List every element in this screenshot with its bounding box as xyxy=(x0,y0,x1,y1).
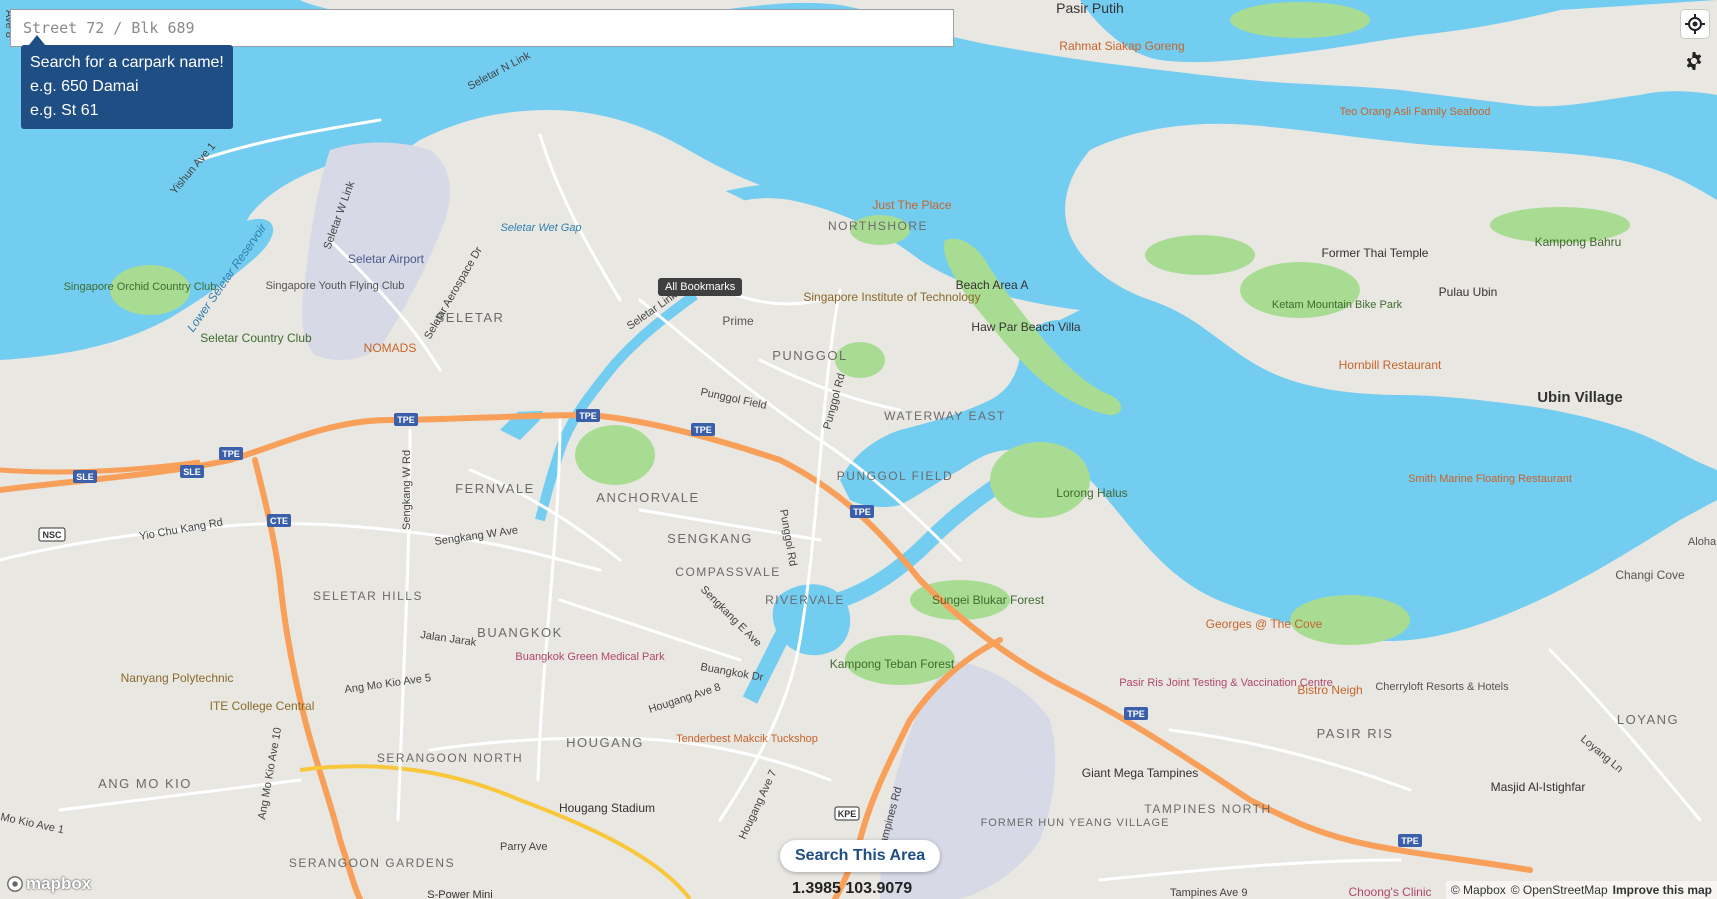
poi-lorong-halus-1: Lorong Halus xyxy=(1056,486,1127,500)
water-seletar-wet-gap: Seletar Wet Gap xyxy=(500,222,581,234)
label-pasir-putih: Pasir Putih xyxy=(1056,0,1124,16)
label-sengkang: SENGKANG xyxy=(667,531,753,546)
poi-aloha: Aloha xyxy=(1688,536,1717,548)
svg-text:TPE: TPE xyxy=(694,425,712,435)
poi-orchid-country-club: Singapore Orchid Country Club xyxy=(64,281,217,293)
poi-smith-marine: Smith Marine Floating Restaurant xyxy=(1408,473,1572,485)
poi-beach-area-a: Beach Area A xyxy=(956,278,1029,292)
crosshair-icon xyxy=(1685,14,1705,34)
poi-giant-mega: Giant Mega Tampines xyxy=(1082,766,1199,780)
settings-button[interactable] xyxy=(1681,48,1707,74)
coordinates-readout: 1.3985 103.9079 xyxy=(792,880,913,897)
label-kampong-bahru: Kampong Bahru xyxy=(1535,235,1622,249)
label-seletar-hills: SELETAR HILLS xyxy=(313,589,423,603)
road-sengkang-w-rd: Sengkang W Rd xyxy=(401,450,413,530)
label-buangkok: BUANGKOK xyxy=(477,625,563,640)
label-serangoon-north: SERANGOON NORTH xyxy=(377,751,523,765)
svg-text:SLE: SLE xyxy=(183,467,201,477)
poi-prime: Prime xyxy=(722,314,754,328)
label-anchorvale: ANCHORVALE xyxy=(596,490,699,505)
poi-buangkok-green: Buangkok Green Medical Park xyxy=(515,651,665,663)
svg-text:NSC: NSC xyxy=(42,530,62,540)
locate-button[interactable] xyxy=(1681,10,1709,38)
tooltip-line-2: e.g. 650 Damai xyxy=(30,78,139,95)
map-canvas[interactable]: Pasir Putih SELETAR NORTHSHORE PUNGGOL W… xyxy=(0,0,1717,899)
search-input[interactable] xyxy=(10,9,954,47)
poi-masjid: Masjid Al-Istighfar xyxy=(1491,780,1586,794)
svg-text:TPE: TPE xyxy=(1127,709,1145,719)
label-loyang: LOYANG xyxy=(1617,712,1679,727)
poi-seletar-airport: Seletar Airport xyxy=(348,252,425,266)
label-punggol: PUNGGOL xyxy=(772,348,848,363)
label-serangoon-gardens: SERANGOON GARDENS xyxy=(289,856,455,870)
label-ubin-village: Ubin Village xyxy=(1537,389,1623,406)
poi-seletar-country-club: Seletar Country Club xyxy=(200,331,312,345)
poi-choongs-clinic: Choong's Clinic xyxy=(1349,885,1432,899)
search-hint-tooltip: Search for a carpark name! e.g. 650 Dama… xyxy=(21,35,233,129)
poi-teo-orang-asli: Teo Orang Asli Family Seafood xyxy=(1339,106,1490,118)
svg-text:TPE: TPE xyxy=(853,507,871,517)
svg-text:TPE: TPE xyxy=(397,415,415,425)
label-ang-mo-kio: ANG MO KIO xyxy=(98,776,192,791)
label-rivervale: RIVERVALE xyxy=(765,593,845,607)
all-bookmarks-button[interactable]: All Bookmarks xyxy=(658,278,743,296)
poi-bistro-neigh: Bistro Neigh xyxy=(1297,683,1362,697)
label-punggol-field: PUNGGOL FIELD xyxy=(837,469,953,483)
poi-ketam: Ketam Mountain Bike Park xyxy=(1272,299,1403,311)
poi-cherryloft: Cherryloft Resorts & Hotels xyxy=(1375,681,1509,693)
poi-youth-flying-club: Singapore Youth Flying Club xyxy=(266,280,405,292)
label-former-hun-yeang: FORMER HUN YEANG VILLAGE xyxy=(981,817,1170,829)
search-this-area-button[interactable]: Search This Area xyxy=(780,840,941,872)
svg-text:TPE: TPE xyxy=(579,411,597,421)
poi-ite-central: ITE College Central xyxy=(210,699,315,713)
poi-former-thai-temple: Former Thai Temple xyxy=(1322,246,1429,260)
mapbox-logo-text: mapbox xyxy=(26,874,92,893)
label-pasir-ris: PASIR RIS xyxy=(1317,726,1394,741)
svg-text:TPE: TPE xyxy=(1401,836,1419,846)
poi-nomads: NOMADS xyxy=(364,341,417,355)
poi-hornbill: Hornbill Restaurant xyxy=(1339,358,1442,372)
poi-sungei-blukar: Sungei Blukar Forest xyxy=(932,593,1045,607)
attribution-mapbox-link[interactable]: © Mapbox xyxy=(1451,883,1506,897)
attribution-osm-link[interactable]: © OpenStreetMap xyxy=(1511,883,1608,897)
poi-changi-cove: Changi Cove xyxy=(1615,568,1685,582)
mapbox-logo[interactable]: mapbox xyxy=(6,874,91,894)
svg-text:CTE: CTE xyxy=(270,516,288,526)
poi-haw-par: Haw Par Beach Villa xyxy=(971,320,1080,334)
poi-just-the-place: Just The Place xyxy=(872,198,951,212)
svg-text:TPE: TPE xyxy=(222,449,240,459)
attribution-bar: © Mapbox © OpenStreetMap Improve this ma… xyxy=(1445,881,1717,899)
search-bar xyxy=(10,9,954,47)
poi-nanyang-poly: Nanyang Polytechnic xyxy=(121,671,234,685)
label-fernvale: FERNVALE xyxy=(455,481,535,496)
road-tampines-ave-9: Tampines Ave 9 xyxy=(1170,887,1247,899)
improve-map-link[interactable]: Improve this map xyxy=(1613,883,1712,897)
poi-rahmat: Rahmat Siakap Goreng xyxy=(1059,39,1184,53)
label-pulau-ubin: Pulau Ubin xyxy=(1439,285,1498,299)
gear-icon xyxy=(1686,52,1702,70)
label-northshore: NORTHSHORE xyxy=(828,219,928,233)
tooltip-line-3: e.g. St 61 xyxy=(30,102,99,119)
svg-text:KPE: KPE xyxy=(838,809,857,819)
label-tampines-north: TAMPINES NORTH xyxy=(1144,802,1271,816)
poi-hougang-stadium: Hougang Stadium xyxy=(559,801,655,815)
label-compassvale: COMPASSVALE xyxy=(675,565,780,579)
poi-s-power: S-Power Mini xyxy=(427,889,492,899)
road-parry-ave: Parry Ave xyxy=(500,841,548,853)
poi-tenderbest: Tenderbest Makcik Tuckshop xyxy=(676,733,818,745)
mapbox-icon xyxy=(7,876,23,892)
poi-sit: Singapore Institute of Technology xyxy=(803,290,980,304)
poi-georges: Georges @ The Cove xyxy=(1206,617,1323,631)
tooltip-line-1: Search for a carpark name! xyxy=(30,54,224,71)
poi-kampong-teban: Kampong Teban Forest xyxy=(830,657,955,671)
svg-text:SLE: SLE xyxy=(76,472,94,482)
label-hougang: HOUGANG xyxy=(566,735,644,750)
label-waterway-east: WATERWAY EAST xyxy=(884,409,1006,423)
